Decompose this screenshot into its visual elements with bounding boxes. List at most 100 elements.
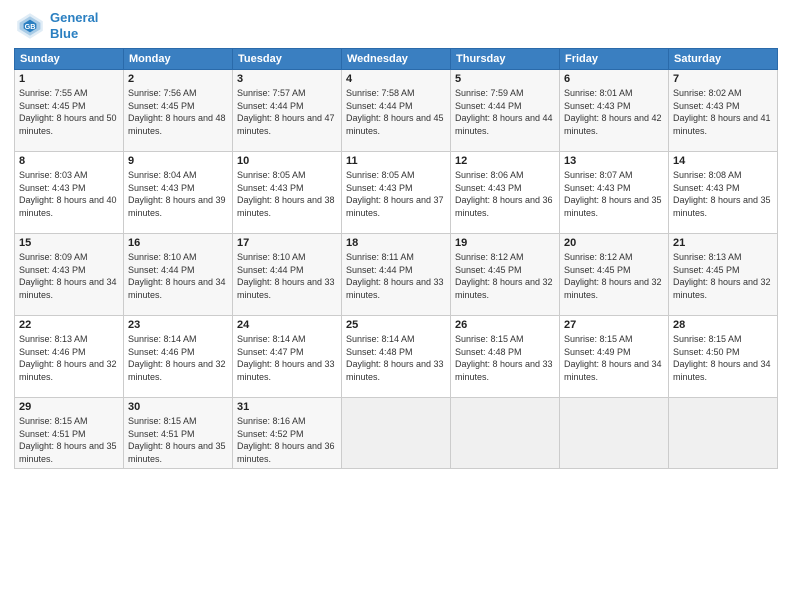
day-info: Sunrise: 8:16 AMSunset: 4:52 PMDaylight:…	[237, 416, 335, 464]
day-info: Sunrise: 8:10 AMSunset: 4:44 PMDaylight:…	[237, 252, 335, 300]
day-number: 23	[128, 319, 228, 331]
day-info: Sunrise: 7:55 AMSunset: 4:45 PMDaylight:…	[19, 88, 117, 136]
day-info: Sunrise: 8:14 AMSunset: 4:47 PMDaylight:…	[237, 334, 335, 382]
day-info: Sunrise: 8:05 AMSunset: 4:43 PMDaylight:…	[237, 170, 335, 218]
calendar-cell: 26 Sunrise: 8:15 AMSunset: 4:48 PMDaylig…	[451, 316, 560, 398]
calendar-table: SundayMondayTuesdayWednesdayThursdayFrid…	[14, 48, 778, 469]
calendar-cell: 30 Sunrise: 8:15 AMSunset: 4:51 PMDaylig…	[124, 398, 233, 469]
calendar-cell: 15 Sunrise: 8:09 AMSunset: 4:43 PMDaylig…	[15, 234, 124, 316]
day-info: Sunrise: 8:12 AMSunset: 4:45 PMDaylight:…	[564, 252, 662, 300]
day-info: Sunrise: 8:10 AMSunset: 4:44 PMDaylight:…	[128, 252, 226, 300]
day-number: 1	[19, 73, 119, 85]
day-number: 29	[19, 401, 119, 413]
calendar-cell: 3 Sunrise: 7:57 AMSunset: 4:44 PMDayligh…	[233, 70, 342, 152]
calendar-body: 1 Sunrise: 7:55 AMSunset: 4:45 PMDayligh…	[15, 70, 778, 469]
day-info: Sunrise: 8:15 AMSunset: 4:50 PMDaylight:…	[673, 334, 771, 382]
day-info: Sunrise: 8:07 AMSunset: 4:43 PMDaylight:…	[564, 170, 662, 218]
day-number: 14	[673, 155, 773, 167]
day-header: Friday	[560, 49, 669, 70]
day-number: 8	[19, 155, 119, 167]
header-row: SundayMondayTuesdayWednesdayThursdayFrid…	[15, 49, 778, 70]
day-number: 21	[673, 237, 773, 249]
day-number: 30	[128, 401, 228, 413]
day-number: 18	[346, 237, 446, 249]
day-number: 20	[564, 237, 664, 249]
day-info: Sunrise: 8:09 AMSunset: 4:43 PMDaylight:…	[19, 252, 117, 300]
day-info: Sunrise: 8:14 AMSunset: 4:48 PMDaylight:…	[346, 334, 444, 382]
day-info: Sunrise: 8:15 AMSunset: 4:48 PMDaylight:…	[455, 334, 553, 382]
calendar-row: 1 Sunrise: 7:55 AMSunset: 4:45 PMDayligh…	[15, 70, 778, 152]
day-number: 9	[128, 155, 228, 167]
day-number: 26	[455, 319, 555, 331]
day-number: 15	[19, 237, 119, 249]
svg-text:GB: GB	[25, 22, 36, 31]
day-number: 4	[346, 73, 446, 85]
calendar-cell: 25 Sunrise: 8:14 AMSunset: 4:48 PMDaylig…	[342, 316, 451, 398]
calendar-cell: 12 Sunrise: 8:06 AMSunset: 4:43 PMDaylig…	[451, 152, 560, 234]
calendar-cell: 2 Sunrise: 7:56 AMSunset: 4:45 PMDayligh…	[124, 70, 233, 152]
day-info: Sunrise: 8:15 AMSunset: 4:49 PMDaylight:…	[564, 334, 662, 382]
calendar-row: 22 Sunrise: 8:13 AMSunset: 4:46 PMDaylig…	[15, 316, 778, 398]
day-number: 19	[455, 237, 555, 249]
calendar-cell: 1 Sunrise: 7:55 AMSunset: 4:45 PMDayligh…	[15, 70, 124, 152]
calendar-row: 29 Sunrise: 8:15 AMSunset: 4:51 PMDaylig…	[15, 398, 778, 469]
calendar-cell	[451, 398, 560, 469]
calendar-cell	[669, 398, 778, 469]
calendar-cell: 16 Sunrise: 8:10 AMSunset: 4:44 PMDaylig…	[124, 234, 233, 316]
calendar-row: 8 Sunrise: 8:03 AMSunset: 4:43 PMDayligh…	[15, 152, 778, 234]
day-info: Sunrise: 7:58 AMSunset: 4:44 PMDaylight:…	[346, 88, 444, 136]
day-info: Sunrise: 8:15 AMSunset: 4:51 PMDaylight:…	[19, 416, 117, 464]
day-info: Sunrise: 8:13 AMSunset: 4:45 PMDaylight:…	[673, 252, 771, 300]
day-number: 11	[346, 155, 446, 167]
calendar-cell: 29 Sunrise: 8:15 AMSunset: 4:51 PMDaylig…	[15, 398, 124, 469]
calendar-cell: 11 Sunrise: 8:05 AMSunset: 4:43 PMDaylig…	[342, 152, 451, 234]
calendar-cell: 24 Sunrise: 8:14 AMSunset: 4:47 PMDaylig…	[233, 316, 342, 398]
calendar-cell	[342, 398, 451, 469]
day-number: 13	[564, 155, 664, 167]
day-number: 12	[455, 155, 555, 167]
day-info: Sunrise: 8:01 AMSunset: 4:43 PMDaylight:…	[564, 88, 662, 136]
day-number: 5	[455, 73, 555, 85]
calendar-cell: 28 Sunrise: 8:15 AMSunset: 4:50 PMDaylig…	[669, 316, 778, 398]
logo: GB General Blue	[14, 10, 98, 42]
calendar-cell	[560, 398, 669, 469]
day-info: Sunrise: 8:12 AMSunset: 4:45 PMDaylight:…	[455, 252, 553, 300]
day-info: Sunrise: 7:56 AMSunset: 4:45 PMDaylight:…	[128, 88, 226, 136]
day-number: 17	[237, 237, 337, 249]
day-info: Sunrise: 7:57 AMSunset: 4:44 PMDaylight:…	[237, 88, 335, 136]
calendar-cell: 4 Sunrise: 7:58 AMSunset: 4:44 PMDayligh…	[342, 70, 451, 152]
day-info: Sunrise: 7:59 AMSunset: 4:44 PMDaylight:…	[455, 88, 553, 136]
header: GB General Blue	[14, 10, 778, 42]
calendar-cell: 19 Sunrise: 8:12 AMSunset: 4:45 PMDaylig…	[451, 234, 560, 316]
calendar-cell: 23 Sunrise: 8:14 AMSunset: 4:46 PMDaylig…	[124, 316, 233, 398]
calendar-cell: 21 Sunrise: 8:13 AMSunset: 4:45 PMDaylig…	[669, 234, 778, 316]
day-number: 31	[237, 401, 337, 413]
calendar-cell: 5 Sunrise: 7:59 AMSunset: 4:44 PMDayligh…	[451, 70, 560, 152]
day-info: Sunrise: 8:14 AMSunset: 4:46 PMDaylight:…	[128, 334, 226, 382]
day-info: Sunrise: 8:15 AMSunset: 4:51 PMDaylight:…	[128, 416, 226, 464]
day-info: Sunrise: 8:05 AMSunset: 4:43 PMDaylight:…	[346, 170, 444, 218]
calendar-page: GB General Blue SundayMondayTuesdayWedne…	[0, 0, 792, 612]
day-number: 22	[19, 319, 119, 331]
day-info: Sunrise: 8:11 AMSunset: 4:44 PMDaylight:…	[346, 252, 444, 300]
day-header: Wednesday	[342, 49, 451, 70]
logo-icon: GB	[14, 10, 46, 42]
day-number: 25	[346, 319, 446, 331]
day-number: 10	[237, 155, 337, 167]
calendar-cell: 14 Sunrise: 8:08 AMSunset: 4:43 PMDaylig…	[669, 152, 778, 234]
day-info: Sunrise: 8:13 AMSunset: 4:46 PMDaylight:…	[19, 334, 117, 382]
calendar-cell: 22 Sunrise: 8:13 AMSunset: 4:46 PMDaylig…	[15, 316, 124, 398]
day-header: Monday	[124, 49, 233, 70]
day-number: 2	[128, 73, 228, 85]
calendar-cell: 18 Sunrise: 8:11 AMSunset: 4:44 PMDaylig…	[342, 234, 451, 316]
calendar-cell: 27 Sunrise: 8:15 AMSunset: 4:49 PMDaylig…	[560, 316, 669, 398]
day-number: 28	[673, 319, 773, 331]
calendar-cell: 20 Sunrise: 8:12 AMSunset: 4:45 PMDaylig…	[560, 234, 669, 316]
calendar-cell: 9 Sunrise: 8:04 AMSunset: 4:43 PMDayligh…	[124, 152, 233, 234]
day-number: 3	[237, 73, 337, 85]
calendar-header: SundayMondayTuesdayWednesdayThursdayFrid…	[15, 49, 778, 70]
day-info: Sunrise: 8:08 AMSunset: 4:43 PMDaylight:…	[673, 170, 771, 218]
day-number: 7	[673, 73, 773, 85]
calendar-cell: 17 Sunrise: 8:10 AMSunset: 4:44 PMDaylig…	[233, 234, 342, 316]
day-info: Sunrise: 8:06 AMSunset: 4:43 PMDaylight:…	[455, 170, 553, 218]
